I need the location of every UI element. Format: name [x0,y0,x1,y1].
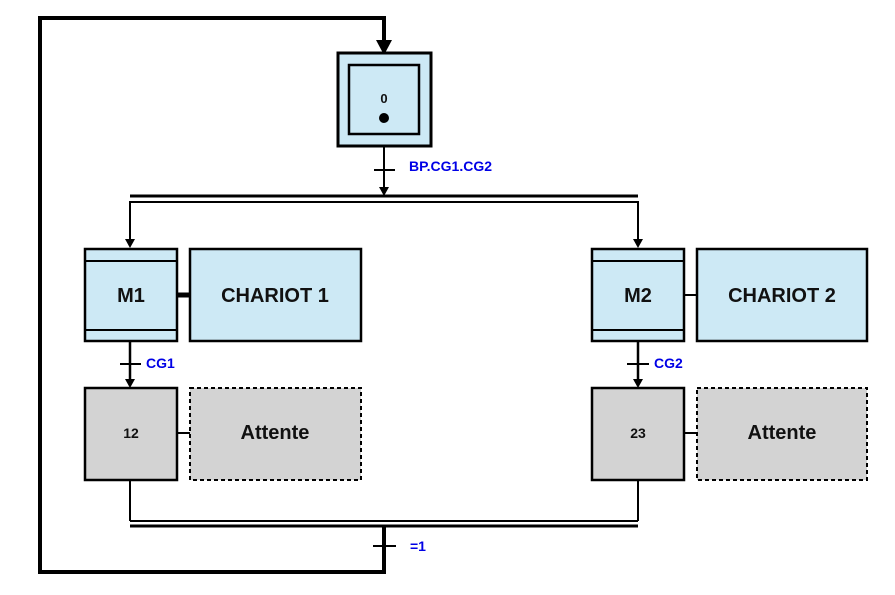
action-chariot-2-label: CHARIOT 2 [728,285,836,307]
action-attente-2-label: Attente [748,422,817,444]
arrow-icon [633,379,643,388]
initial-step[interactable]: 0 [336,51,433,148]
action-attente-2: Attente [696,387,868,481]
macro-step-m1-label: M1 [117,285,145,307]
arrow-icon [633,239,643,248]
initial-step-label: 0 [380,91,387,106]
macro-step-m2-label: M2 [624,285,652,307]
step-12[interactable]: 12 [83,386,179,482]
step-23[interactable]: 23 [590,386,686,482]
transition-end-condition: =1 [410,538,426,554]
action-attente-1-label: Attente [241,422,310,444]
action-chariot-1-label: CHARIOT 1 [221,285,329,307]
grafcet-diagram: 0 BP.CG1.CG2 M1 CHARIOT 1 M2 CHARIOT 2 C… [38,16,869,574]
transition-cg1-condition: CG1 [146,355,175,371]
arrow-icon [125,379,135,388]
transition-t0-condition: BP.CG1.CG2 [409,158,492,174]
action-chariot-1: CHARIOT 1 [188,247,363,343]
arrow-icon [125,239,135,248]
action-chariot-2: CHARIOT 2 [695,247,869,343]
transition-cg2-condition: CG2 [654,355,683,371]
macro-step-m2[interactable]: M2 [590,247,686,343]
step-23-label: 23 [630,425,646,441]
active-token-icon [379,113,389,123]
action-attente-1: Attente [189,387,362,481]
step-12-label: 12 [123,425,139,441]
macro-step-m1[interactable]: M1 [83,247,179,343]
